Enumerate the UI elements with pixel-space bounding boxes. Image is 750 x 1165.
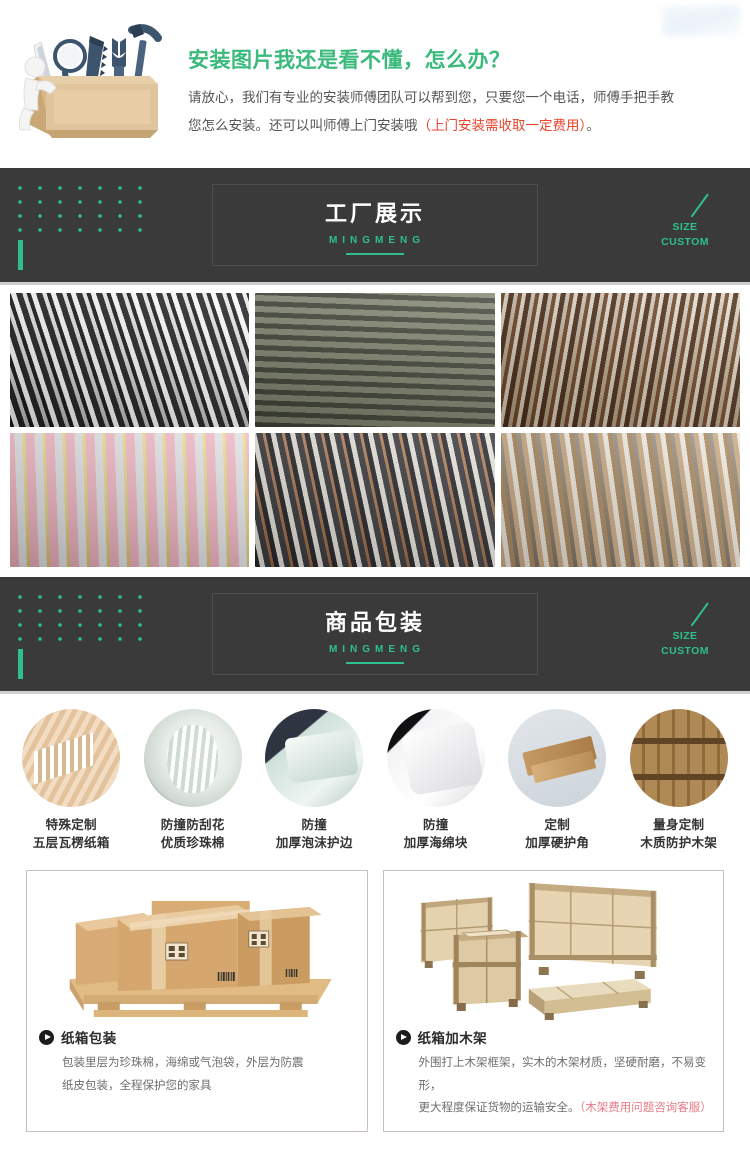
packaging-item-sponge: 防撞 加厚海绵块 <box>379 709 494 852</box>
install-help-title: 安装图片我还是看不懂，怎么办？ <box>188 49 511 72</box>
packaging-item-label: 定制 加厚硬护角 <box>500 816 615 852</box>
factory-photo-3 <box>500 293 740 427</box>
install-body-line2-a: 您怎么安装。还可以叫师傅上门安装哦 <box>188 117 418 133</box>
packaging-banner-title: 商品包装 <box>324 610 425 636</box>
packaging-item-crate: 量身定制 木质防护木架 <box>622 709 737 852</box>
factory-photo-grid <box>0 285 750 577</box>
factory-photo-1 <box>10 293 250 427</box>
carton-card-title: 纸箱包装 <box>61 1031 117 1047</box>
carton-desc-line2: 纸皮包装，全程保护您的家具 <box>62 1079 212 1092</box>
carton-card-header: 纸箱包装 <box>39 1027 357 1047</box>
pearl-cotton-roll-icon <box>143 709 242 807</box>
crate-fee-note: （木架费用问题咨询客服） <box>579 1102 712 1115</box>
watermark-logo <box>662 6 740 36</box>
packaging-label-line2: 加厚海绵块 <box>403 836 468 851</box>
play-icon <box>395 1029 411 1045</box>
packaging-label-line1: 防撞 <box>301 818 328 832</box>
crate-card-body: 纸箱加木架 外围打上木架框架，实木的木架材质，坚硬耐磨，不易变形， 更大程度保证… <box>384 1021 724 1130</box>
packaging-item-label: 防撞 加厚海绵块 <box>379 816 494 852</box>
install-body-line1: 请放心，我们有专业的安装师傅团队可以帮到您，只要您一个电话，师傅手把手教 <box>188 90 674 106</box>
crate-card-header: 纸箱加木架 <box>395 1027 714 1047</box>
carton-card-body: 纸箱包装 包装里层为珍珠棉，海绵或气泡袋，外层为防震 纸皮包装，全程保护您的家具 <box>27 1021 367 1108</box>
packaging-label-line1: 防撞防刮花 <box>160 818 225 832</box>
factory-photo-5 <box>255 433 495 567</box>
factory-photo-4 <box>10 433 250 567</box>
packaging-label-line2: 加厚泡沫护边 <box>275 836 353 851</box>
accent-bar-decoration <box>18 649 23 679</box>
cardboard-boxes-on-pallet-image <box>27 871 367 1022</box>
size-label: SIZE <box>672 221 698 233</box>
packaging-label-line1: 特殊定制 <box>45 818 97 832</box>
carton-packaging-card: 纸箱包装 包装里层为珍珠棉，海绵或气泡袋，外层为防震 纸皮包装，全程保护您的家具 <box>26 870 368 1132</box>
packaging-item-label: 防撞 加厚泡沫护边 <box>257 816 372 852</box>
packaging-materials-row: 特殊定制 五层瓦楞纸箱 防撞防刮花 优质珍珠棉 防撞 加厚泡沫护边 防撞 加厚海… <box>0 694 750 853</box>
install-help-body: 请放心，我们有专业的安装师傅团队可以帮到您，只要您一个电话，师傅手把手教 您怎么… <box>188 84 728 139</box>
custom-label: CUSTOM <box>661 645 709 658</box>
toolbox-illustration <box>8 12 180 152</box>
wooden-crate-card: 纸箱加木架 外围打上木架框架，实木的木架材质，坚硬耐磨，不易变形， 更大程度保证… <box>382 870 724 1132</box>
packaging-item-pearl-cotton: 防撞防刮花 优质珍珠棉 <box>136 709 251 852</box>
packaging-detail-cards: 纸箱包装 包装里层为珍珠棉，海绵或气泡袋，外层为防震 纸皮包装，全程保护您的家具 <box>0 852 750 1154</box>
packaging-section-banner: 商品包装 MINGMENG SIZE CUSTOM <box>0 577 750 694</box>
crate-card-description: 外围打上木架框架，实木的木架材质，坚硬耐磨，不易变形， 更大程度保证货物的运输安… <box>396 1052 714 1119</box>
banner-underline-decoration <box>346 253 404 255</box>
install-help-text: 安装图片我还是看不懂，怎么办？ 请放心，我们有专业的安装师傅团队可以帮到您，只要… <box>188 48 728 140</box>
crate-desc-line1: 外围打上木架框架，实木的木架材质，坚硬耐磨，不易变形， <box>418 1057 707 1092</box>
packaging-item-carton: 特殊定制 五层瓦楞纸箱 <box>14 709 129 852</box>
wooden-crates-image <box>383 871 723 1022</box>
factory-photo-6 <box>500 433 740 567</box>
packaging-item-label: 防撞防刮花 优质珍珠棉 <box>136 816 251 852</box>
packaging-banner-size-custom: SIZE CUSTOM <box>640 603 730 659</box>
dot-pattern-decoration <box>16 593 176 641</box>
dot-pattern-decoration <box>16 184 176 232</box>
banner-underline-decoration <box>346 662 404 664</box>
packaging-item-label: 量身定制 木质防护木架 <box>622 816 737 852</box>
carton-card-description: 包装里层为珍珠棉，海绵或气泡袋，外层为防震 纸皮包装，全程保护您的家具 <box>39 1052 357 1097</box>
custom-label: CUSTOM <box>661 236 709 249</box>
corrugated-carton-icon <box>22 709 121 807</box>
packaging-banner-box: 商品包装 MINGMENG <box>212 593 538 675</box>
factory-banner-size-custom: SIZE CUSTOM <box>640 194 730 250</box>
install-fee-note: （上门安装需收取一定费用） <box>417 117 587 133</box>
crate-card-title: 纸箱加木架 <box>417 1031 487 1047</box>
packaging-label-line1: 定制 <box>544 818 571 832</box>
hard-corner-protector-icon <box>508 709 607 807</box>
factory-section-banner: 工厂展示 MINGMENG SIZE CUSTOM <box>0 168 750 285</box>
install-help-section: 安装图片我还是看不懂，怎么办？ 请放心，我们有专业的安装师傅团队可以帮到您，只要… <box>0 0 750 168</box>
packaging-item-foam-edge: 防撞 加厚泡沫护边 <box>257 709 372 852</box>
slash-icon <box>640 194 730 218</box>
packaging-label-line1: 防撞 <box>422 818 449 832</box>
packaging-label-line1: 量身定制 <box>653 818 705 832</box>
packaging-label-line2: 优质珍珠棉 <box>160 836 225 851</box>
crate-desc-line2: 更大程度保证货物的运输安全。 <box>418 1102 580 1115</box>
packaging-item-corner: 定制 加厚硬护角 <box>500 709 615 852</box>
packaging-banner-subtitle: MINGMENG <box>328 644 426 655</box>
play-icon <box>39 1029 54 1045</box>
thick-sponge-block-icon <box>386 709 485 807</box>
packaging-label-line2: 五层瓦楞纸箱 <box>32 836 110 851</box>
product-detail-page: 安装图片我还是看不懂，怎么办？ 请放心，我们有专业的安装师傅团队可以帮到您，只要… <box>0 0 750 1165</box>
factory-banner-title: 工厂展示 <box>324 201 425 227</box>
foam-edge-protector-icon <box>265 709 364 807</box>
packaging-label-line2: 木质防护木架 <box>640 836 718 851</box>
wooden-protective-crate-icon <box>629 709 728 807</box>
carton-desc-line1: 包装里层为珍珠棉，海绵或气泡袋，外层为防震 <box>62 1057 304 1070</box>
factory-photo-2 <box>255 293 495 427</box>
size-label: SIZE <box>672 630 698 642</box>
packaging-label-line2: 加厚硬护角 <box>525 836 590 851</box>
factory-banner-subtitle: MINGMENG <box>328 235 426 246</box>
install-body-line2-b: 。 <box>586 117 600 133</box>
packaging-item-label: 特殊定制 五层瓦楞纸箱 <box>14 816 129 852</box>
accent-bar-decoration <box>18 240 23 270</box>
factory-banner-box: 工厂展示 MINGMENG <box>212 184 538 266</box>
slash-icon <box>640 603 730 627</box>
